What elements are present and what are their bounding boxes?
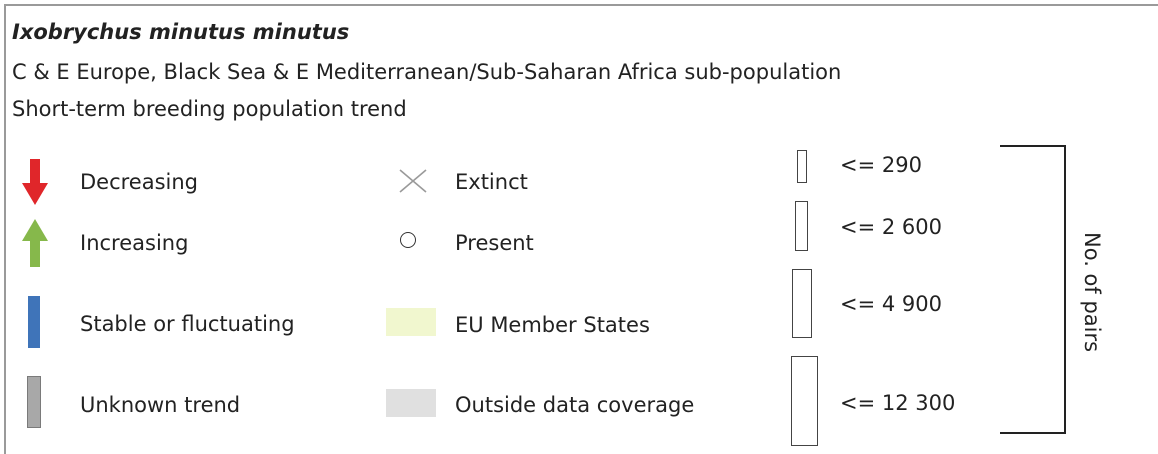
size-class-rect-4	[791, 356, 818, 446]
grey-bar-icon	[27, 376, 41, 428]
legend-label-decreasing: Decreasing	[80, 170, 199, 194]
legend-label-outside-coverage: Outside data coverage	[455, 393, 695, 417]
trend-subtitle: Short-term breeding population trend	[12, 97, 407, 121]
size-bracket	[1000, 145, 1066, 434]
size-class-label-4: <= 12 300	[840, 391, 956, 415]
size-class-rect-1	[797, 150, 807, 183]
size-class-rect-2	[795, 201, 808, 251]
outside-coverage-swatch	[386, 389, 436, 417]
legend-label-extinct: Extinct	[455, 170, 528, 194]
species-title: Ixobrychus minutus minutus	[12, 20, 350, 44]
size-class-label-3: <= 4 900	[840, 292, 942, 316]
green-up-arrow-icon	[22, 219, 48, 267]
eu-member-states-swatch	[386, 308, 436, 336]
legend-label-increasing: Increasing	[80, 231, 189, 255]
cross-icon	[399, 169, 427, 193]
size-class-label-2: <= 2 600	[840, 215, 942, 239]
size-class-label-1: <= 290	[840, 153, 922, 177]
legend-label-present: Present	[455, 231, 534, 255]
blue-bar-icon	[28, 296, 40, 348]
circle-icon	[400, 232, 416, 248]
pairs-axis-label: No. of pairs	[1080, 232, 1104, 353]
legend-label-stable: Stable or fluctuating	[80, 312, 295, 336]
red-down-arrow-icon	[22, 159, 48, 205]
legend-label-eu-member-states: EU Member States	[455, 313, 650, 337]
population-subtitle: C & E Europe, Black Sea & E Mediterranea…	[12, 60, 842, 84]
legend-label-unknown: Unknown trend	[80, 393, 241, 417]
size-class-rect-3	[792, 269, 812, 338]
